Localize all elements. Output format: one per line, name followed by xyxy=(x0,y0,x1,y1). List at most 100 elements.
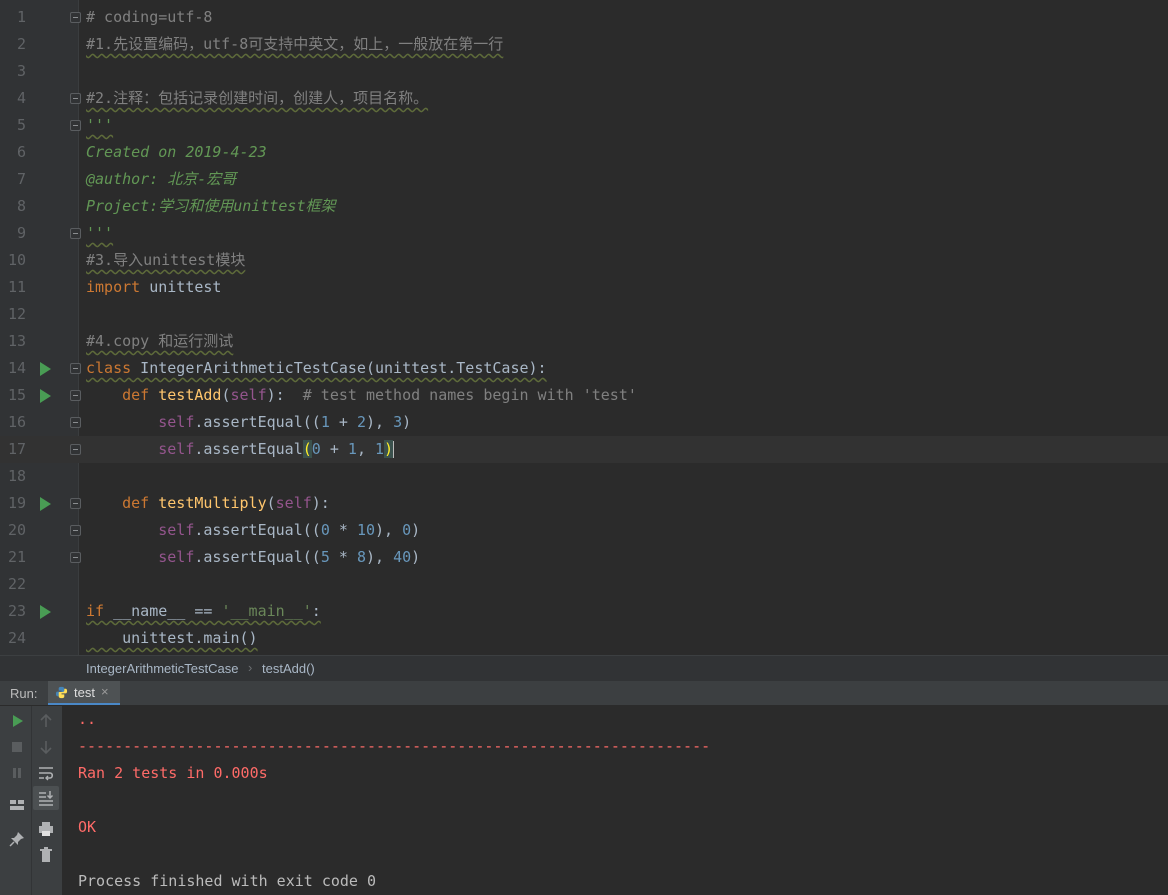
code-line[interactable]: 23 if __name__ == '__main__': xyxy=(0,598,1168,625)
line-number[interactable]: 13 xyxy=(0,328,26,355)
code-text[interactable]: import unittest xyxy=(86,274,221,301)
code-line[interactable]: 11 import unittest xyxy=(0,274,1168,301)
fold-marker-icon[interactable] xyxy=(70,93,81,104)
line-number[interactable]: 1 xyxy=(0,4,26,31)
line-number[interactable]: 2 xyxy=(0,31,26,58)
line-number[interactable]: 3 xyxy=(0,58,26,85)
code-line[interactable]: 19 def testMultiply(self): xyxy=(0,490,1168,517)
run-test-icon[interactable] xyxy=(40,497,51,511)
line-number[interactable]: 10 xyxy=(0,247,26,274)
code-editor[interactable]: 1 # coding=utf-8 2 #1.先设置编码，utf-8可支持中英文，如上，… xyxy=(0,0,1168,655)
breadcrumb-class[interactable]: IntegerArithmeticTestCase xyxy=(86,661,238,676)
line-number[interactable]: 12 xyxy=(0,301,26,328)
run-test-icon[interactable] xyxy=(40,389,51,403)
code-text[interactable]: def testMultiply(self): xyxy=(86,490,330,517)
code-text[interactable]: #2.注释：包括记录创建时间，创建人，项目名称。 xyxy=(86,85,428,112)
code-line[interactable]: 10 #3.导入unittest模块 xyxy=(0,247,1168,274)
code-text[interactable]: unittest.main() xyxy=(86,625,257,652)
code-line[interactable]: 3 xyxy=(0,58,1168,85)
pin-icon[interactable] xyxy=(7,829,27,849)
line-number[interactable]: 9 xyxy=(0,220,26,247)
line-number[interactable]: 22 xyxy=(0,571,26,598)
code-line[interactable]: 16 self.assertEqual((1 + 2), 3) xyxy=(0,409,1168,436)
code-text[interactable]: #1.先设置编码，utf-8可支持中英文，如上，一般放在第一行 xyxy=(86,31,503,58)
code-text[interactable]: self.assertEqual((0 * 10), 0) xyxy=(86,517,420,544)
fold-marker-icon[interactable] xyxy=(70,120,81,131)
line-number[interactable]: 6 xyxy=(0,139,26,166)
line-number[interactable]: 16 xyxy=(0,409,26,436)
code-text[interactable]: #4.copy 和运行测试 xyxy=(86,328,233,355)
code-text[interactable]: self.assertEqual(0 + 1, 1) xyxy=(86,436,395,463)
line-number[interactable]: 5 xyxy=(0,112,26,139)
code-line[interactable]: 13 #4.copy 和运行测试 xyxy=(0,328,1168,355)
line-number[interactable]: 19 xyxy=(0,490,26,517)
line-number[interactable]: 14 xyxy=(0,355,26,382)
code-text[interactable]: if __name__ == '__main__': xyxy=(86,598,321,625)
fold-marker-icon[interactable] xyxy=(70,444,81,455)
code-line[interactable]: 9 ''' xyxy=(0,220,1168,247)
fold-marker-icon[interactable] xyxy=(70,363,81,374)
code-line[interactable]: 6 Created on 2019-4-23 xyxy=(0,139,1168,166)
print-icon[interactable] xyxy=(36,819,56,839)
line-number[interactable]: 8 xyxy=(0,193,26,220)
line-number[interactable]: 7 xyxy=(0,166,26,193)
rerun-icon[interactable] xyxy=(7,711,27,731)
line-number[interactable]: 21 xyxy=(0,544,26,571)
line-number[interactable]: 20 xyxy=(0,517,26,544)
line-number[interactable]: 24 xyxy=(0,625,26,652)
code-text[interactable]: Created on 2019-4-23 xyxy=(86,139,267,166)
line-number[interactable]: 4 xyxy=(0,85,26,112)
code-text[interactable]: #3.导入unittest模块 xyxy=(86,247,245,274)
line-number[interactable]: 23 xyxy=(0,598,26,625)
code-text[interactable]: # coding=utf-8 xyxy=(86,4,212,31)
run-tab-test[interactable]: test × xyxy=(48,681,120,705)
fold-marker-icon[interactable] xyxy=(70,525,81,536)
arrow-up-icon[interactable] xyxy=(36,711,56,731)
code-line[interactable]: 20 self.assertEqual((0 * 10), 0) xyxy=(0,517,1168,544)
arrow-down-icon[interactable] xyxy=(36,737,56,757)
code-text[interactable]: class IntegerArithmeticTestCase(unittest… xyxy=(86,355,547,382)
fold-marker-icon[interactable] xyxy=(70,552,81,563)
trash-icon[interactable] xyxy=(36,845,56,865)
line-number[interactable]: 11 xyxy=(0,274,26,301)
scroll-to-end-icon[interactable] xyxy=(36,788,56,808)
code-line[interactable]: 24 unittest.main() xyxy=(0,625,1168,652)
code-text[interactable]: self.assertEqual((5 * 8), 40) xyxy=(86,544,420,571)
code-text[interactable]: ''' xyxy=(86,112,113,139)
run-console-output[interactable]: .. --------------------------------------… xyxy=(62,706,1168,895)
close-icon[interactable]: × xyxy=(101,684,109,699)
line-number[interactable]: 18 xyxy=(0,463,26,490)
code-line[interactable]: 18 xyxy=(0,463,1168,490)
code-text[interactable]: def testAdd(self): # test method names b… xyxy=(86,382,637,409)
code-line[interactable]: 7 @author: 北京-宏哥 xyxy=(0,166,1168,193)
code-line[interactable]: 4 #2.注释：包括记录创建时间，创建人，项目名称。 xyxy=(0,85,1168,112)
code-line[interactable]: 14 class IntegerArithmeticTestCase(unitte… xyxy=(0,355,1168,382)
code-line[interactable]: 2 #1.先设置编码，utf-8可支持中英文，如上，一般放在第一行 xyxy=(0,31,1168,58)
breadcrumb-method[interactable]: testAdd() xyxy=(262,661,315,676)
code-text[interactable]: Project:学习和使用unittest框架 xyxy=(86,193,336,220)
line-number[interactable]: 17 xyxy=(0,436,26,463)
stop-icon[interactable] xyxy=(7,737,27,757)
fold-marker-icon[interactable] xyxy=(70,498,81,509)
fold-marker-icon[interactable] xyxy=(70,390,81,401)
soft-wrap-icon[interactable] xyxy=(36,763,56,783)
code-line[interactable]: 21 self.assertEqual((5 * 8), 40) xyxy=(0,544,1168,571)
fold-marker-icon[interactable] xyxy=(70,228,81,239)
code-line[interactable]: 8 Project:学习和使用unittest框架 xyxy=(0,193,1168,220)
run-test-icon[interactable] xyxy=(40,362,51,376)
pause-icon[interactable] xyxy=(7,763,27,783)
code-line[interactable]: 15 def testAdd(self): # test method name… xyxy=(0,382,1168,409)
code-text[interactable]: ''' xyxy=(86,220,113,247)
run-test-icon[interactable] xyxy=(40,605,51,619)
code-line[interactable]: 17 self.assertEqual(0 + 1, 1) xyxy=(0,436,1168,463)
fold-marker-icon[interactable] xyxy=(70,417,81,428)
code-text[interactable]: @author: 北京-宏哥 xyxy=(86,166,236,193)
layout-icon[interactable] xyxy=(7,795,27,815)
code-line[interactable]: 1 # coding=utf-8 xyxy=(0,4,1168,31)
line-number[interactable]: 15 xyxy=(0,382,26,409)
fold-marker-icon[interactable] xyxy=(70,12,81,23)
code-line[interactable]: 22 xyxy=(0,571,1168,598)
code-line[interactable]: 5 ''' xyxy=(0,112,1168,139)
code-text[interactable]: self.assertEqual((1 + 2), 3) xyxy=(86,409,411,436)
code-line[interactable]: 12 xyxy=(0,301,1168,328)
